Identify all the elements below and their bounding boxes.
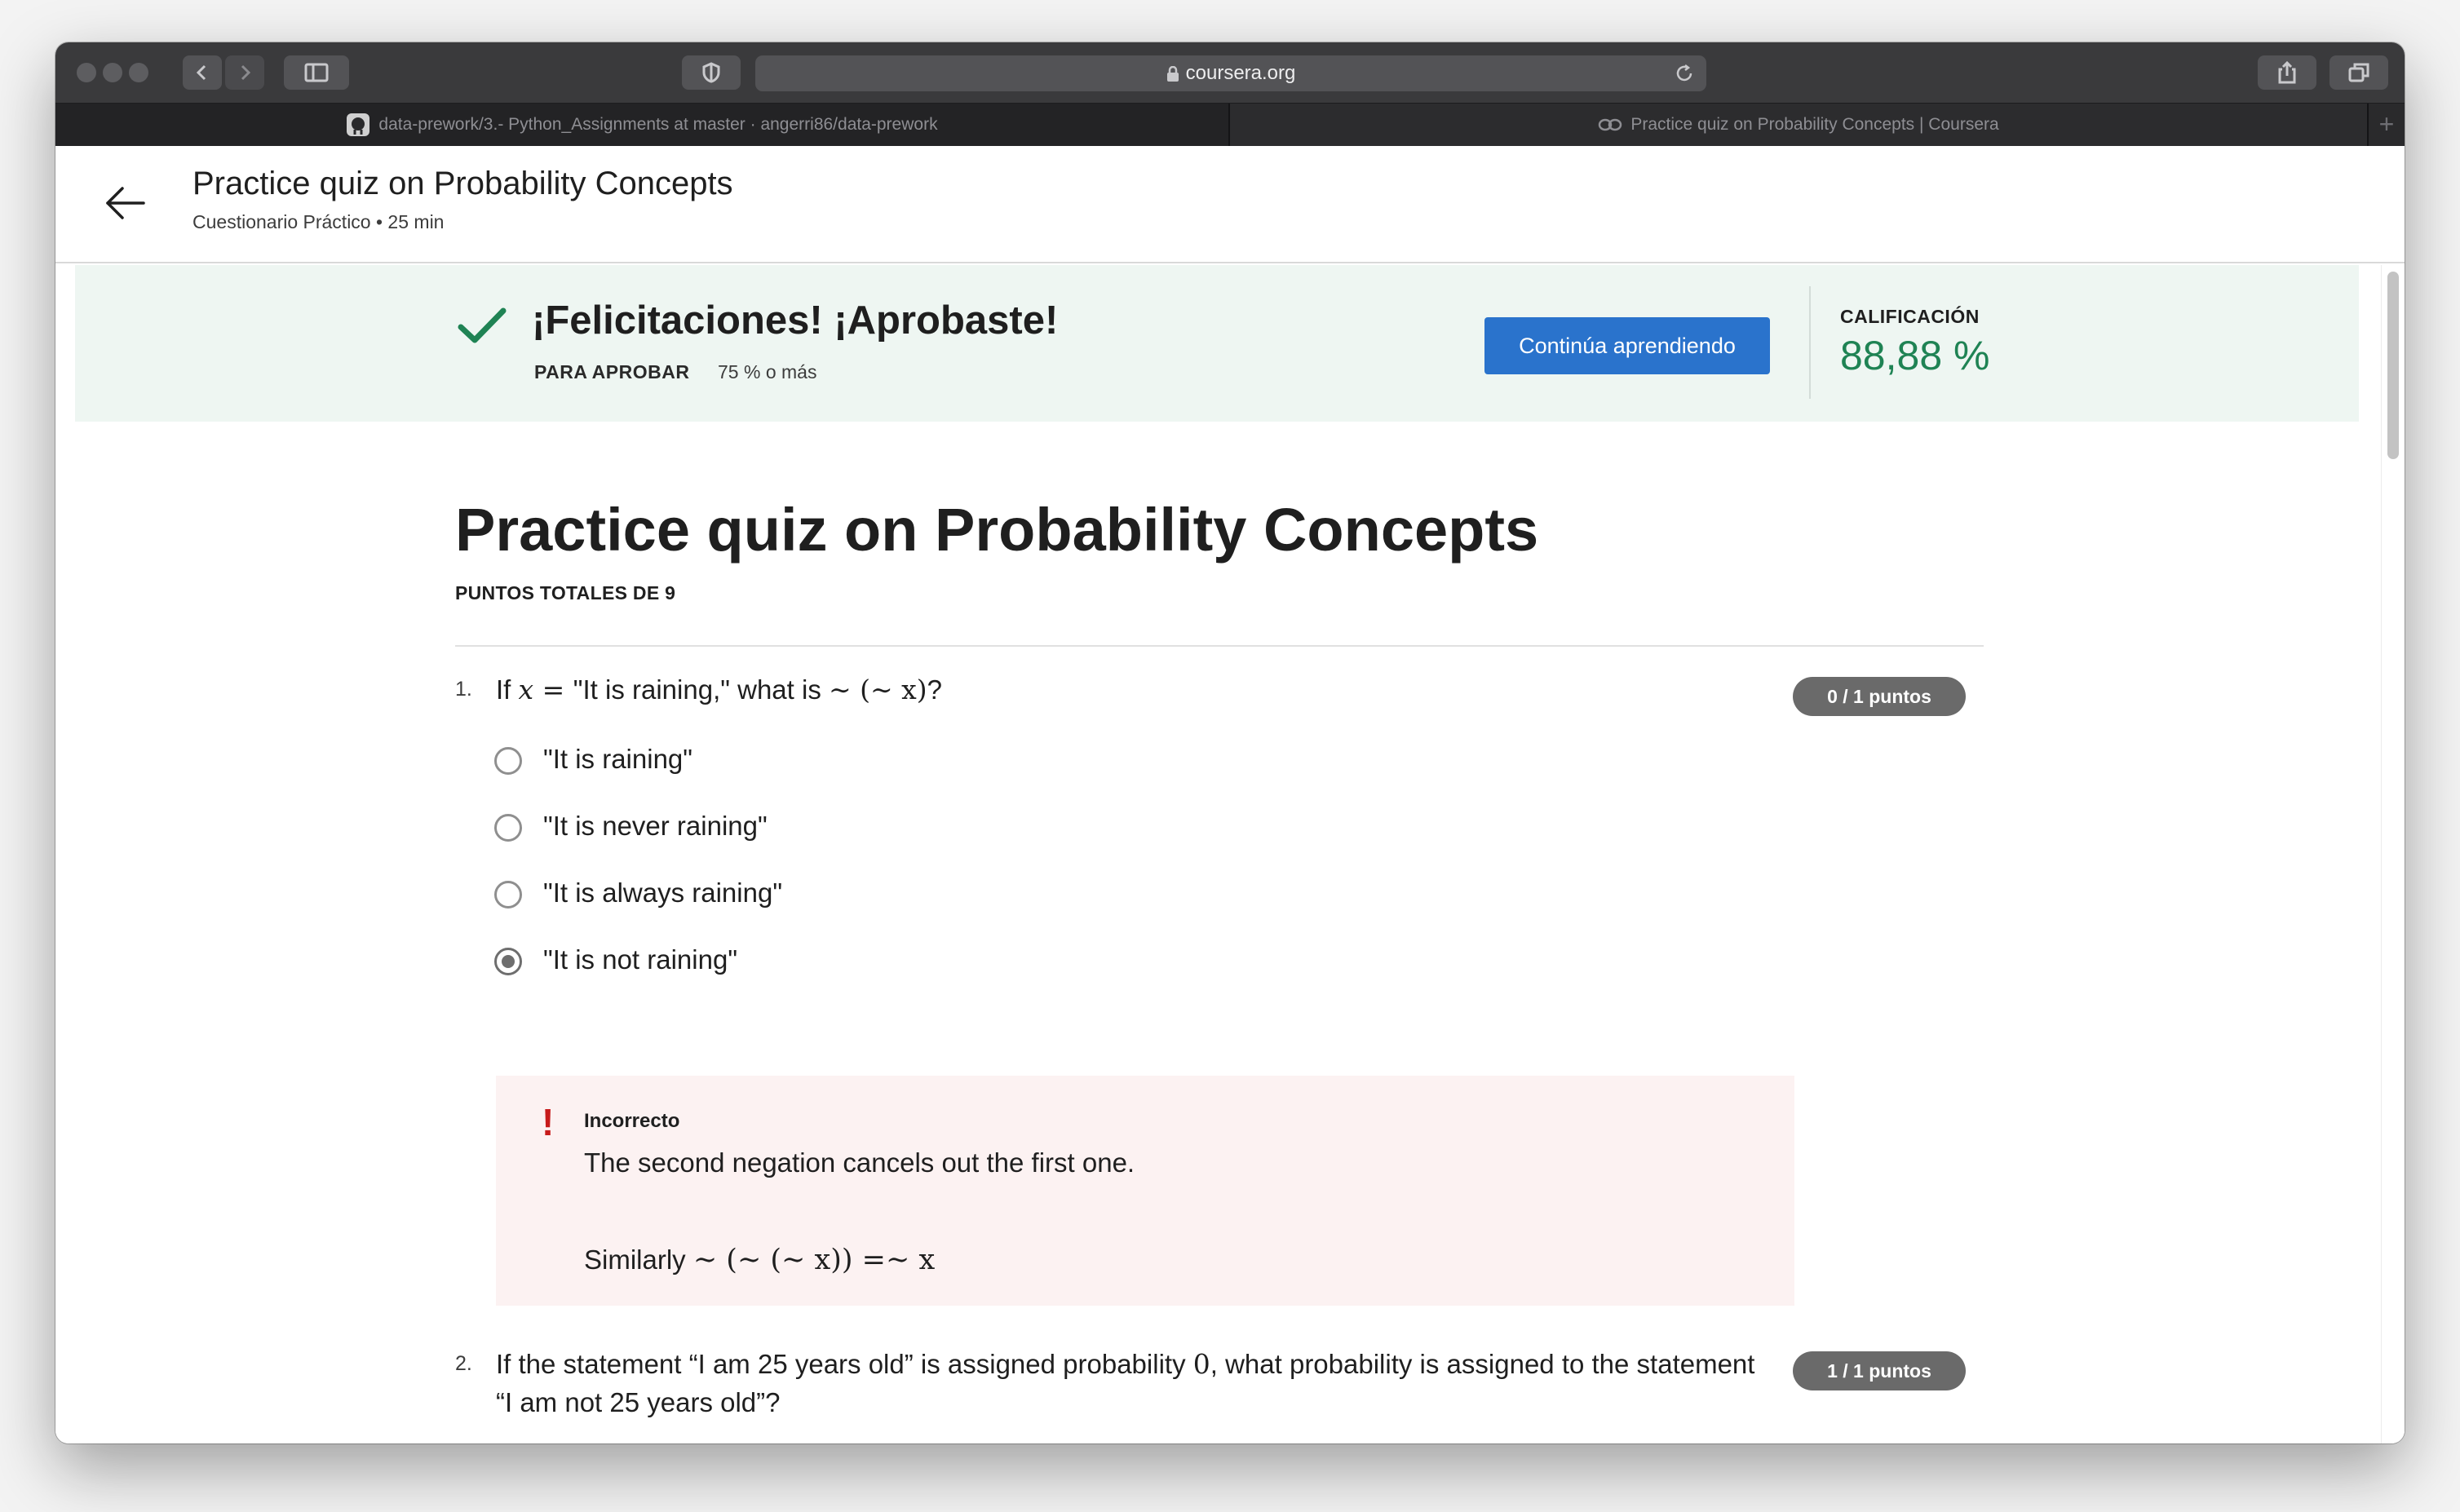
banner-divider	[1809, 286, 1811, 399]
tab-bar: data-prework/3.- Python_Assignments at m…	[55, 103, 2405, 146]
coursera-icon	[1599, 119, 1622, 131]
option-label: "It is not raining"	[543, 944, 738, 975]
question-1-text: If x = "It is raining," what is ∼ (∼ x)?	[496, 674, 942, 705]
browser-window: coursera.org data-prework/3.- Python_Ass…	[55, 42, 2405, 1443]
sidebar-icon	[304, 63, 329, 82]
header-title: Practice quiz on Probability Concepts	[192, 166, 733, 201]
banner-title: ¡Felicitaciones! ¡Aprobaste!	[532, 298, 1059, 343]
tab-overview-button[interactable]	[2329, 55, 2388, 90]
scrollbar-thumb[interactable]	[2387, 272, 2399, 459]
grade-label: CALIFICACIÓN	[1840, 306, 1980, 327]
browser-toolbar: coursera.org	[55, 42, 2405, 103]
divider	[455, 645, 1984, 647]
tab-github-label: data-prework/3.- Python_Assignments at m…	[378, 115, 938, 134]
pass-threshold-value: 75 % o más	[718, 361, 817, 382]
question-1-score-badge: 0 / 1 puntos	[1793, 677, 1966, 716]
header-subtitle: Cuestionario Práctico • 25 min	[192, 211, 445, 232]
lock-icon	[1166, 65, 1179, 82]
minimize-window-button[interactable]	[103, 63, 122, 82]
pass-banner: ¡Felicitaciones! ¡Aprobaste! PARA APROBA…	[75, 265, 2359, 422]
tab-coursera[interactable]: Practice quiz on Probability Concepts | …	[1230, 104, 2367, 146]
radio-button[interactable]	[494, 814, 522, 842]
question-2-number: 2.	[455, 1352, 472, 1375]
close-window-button[interactable]	[77, 63, 96, 82]
address-url: coursera.org	[1185, 62, 1296, 84]
option-label: "It is always raining"	[543, 878, 783, 908]
question-2-score-badge: 1 / 1 puntos	[1793, 1351, 1966, 1390]
feedback-incorrect: ! Incorrecto The second negation cancels…	[496, 1076, 1794, 1306]
question-2-text-line2: “I am not 25 years old”?	[496, 1387, 781, 1417]
zoom-window-button[interactable]	[129, 63, 148, 82]
back-nav-button[interactable]	[183, 55, 222, 90]
pass-threshold-label: PARA APROBAR	[534, 361, 690, 382]
option-label: "It is raining"	[543, 744, 692, 774]
address-bar[interactable]: coursera.org	[755, 55, 1706, 91]
error-icon: !	[542, 1101, 555, 1143]
chevron-right-icon	[241, 64, 251, 81]
new-tab-button[interactable]: +	[2367, 104, 2405, 146]
radio-button-selected[interactable]	[494, 948, 522, 975]
sidebar-toggle-button[interactable]	[284, 55, 349, 90]
radio-button[interactable]	[494, 747, 522, 775]
quiz-title: Practice quiz on Probability Concepts	[455, 496, 1539, 564]
continue-learning-button[interactable]: Continúa aprendiendo	[1484, 317, 1770, 374]
tabs-icon	[2348, 63, 2369, 82]
page-content: Practice quiz on Probability Concepts Cu…	[55, 146, 2405, 1443]
shield-icon	[702, 62, 720, 83]
back-arrow-icon[interactable]	[101, 179, 150, 228]
feedback-status: Incorrecto	[584, 1110, 680, 1132]
privacy-report-button[interactable]	[682, 55, 741, 90]
feedback-math: Similarly ∼ (∼ (∼ x)) =∼ x	[584, 1244, 936, 1276]
reload-icon[interactable]	[1674, 63, 1695, 84]
share-button[interactable]	[2258, 55, 2316, 90]
chevron-left-icon	[196, 64, 206, 81]
forward-nav-button[interactable]	[225, 55, 264, 90]
feedback-explanation: The second negation cancels out the firs…	[584, 1147, 1135, 1178]
radio-button[interactable]	[494, 881, 522, 909]
checkmark-icon	[458, 307, 507, 343]
share-icon	[2278, 61, 2296, 84]
tab-github[interactable]: data-prework/3.- Python_Assignments at m…	[55, 104, 1230, 146]
question-1-number: 1.	[455, 678, 472, 701]
grade-value: 88,88 %	[1840, 333, 1990, 378]
page-scrollbar[interactable]	[2381, 265, 2405, 1443]
option-label: "It is never raining"	[543, 811, 768, 841]
question-2-text: If the statement “I am 25 years old” is …	[496, 1348, 1755, 1380]
github-icon	[347, 113, 370, 137]
quiz-total-points: PUNTOS TOTALES DE 9	[455, 582, 676, 603]
tab-coursera-label: Practice quiz on Probability Concepts | …	[1630, 115, 1999, 134]
course-header: Practice quiz on Probability Concepts Cu…	[55, 146, 2405, 263]
